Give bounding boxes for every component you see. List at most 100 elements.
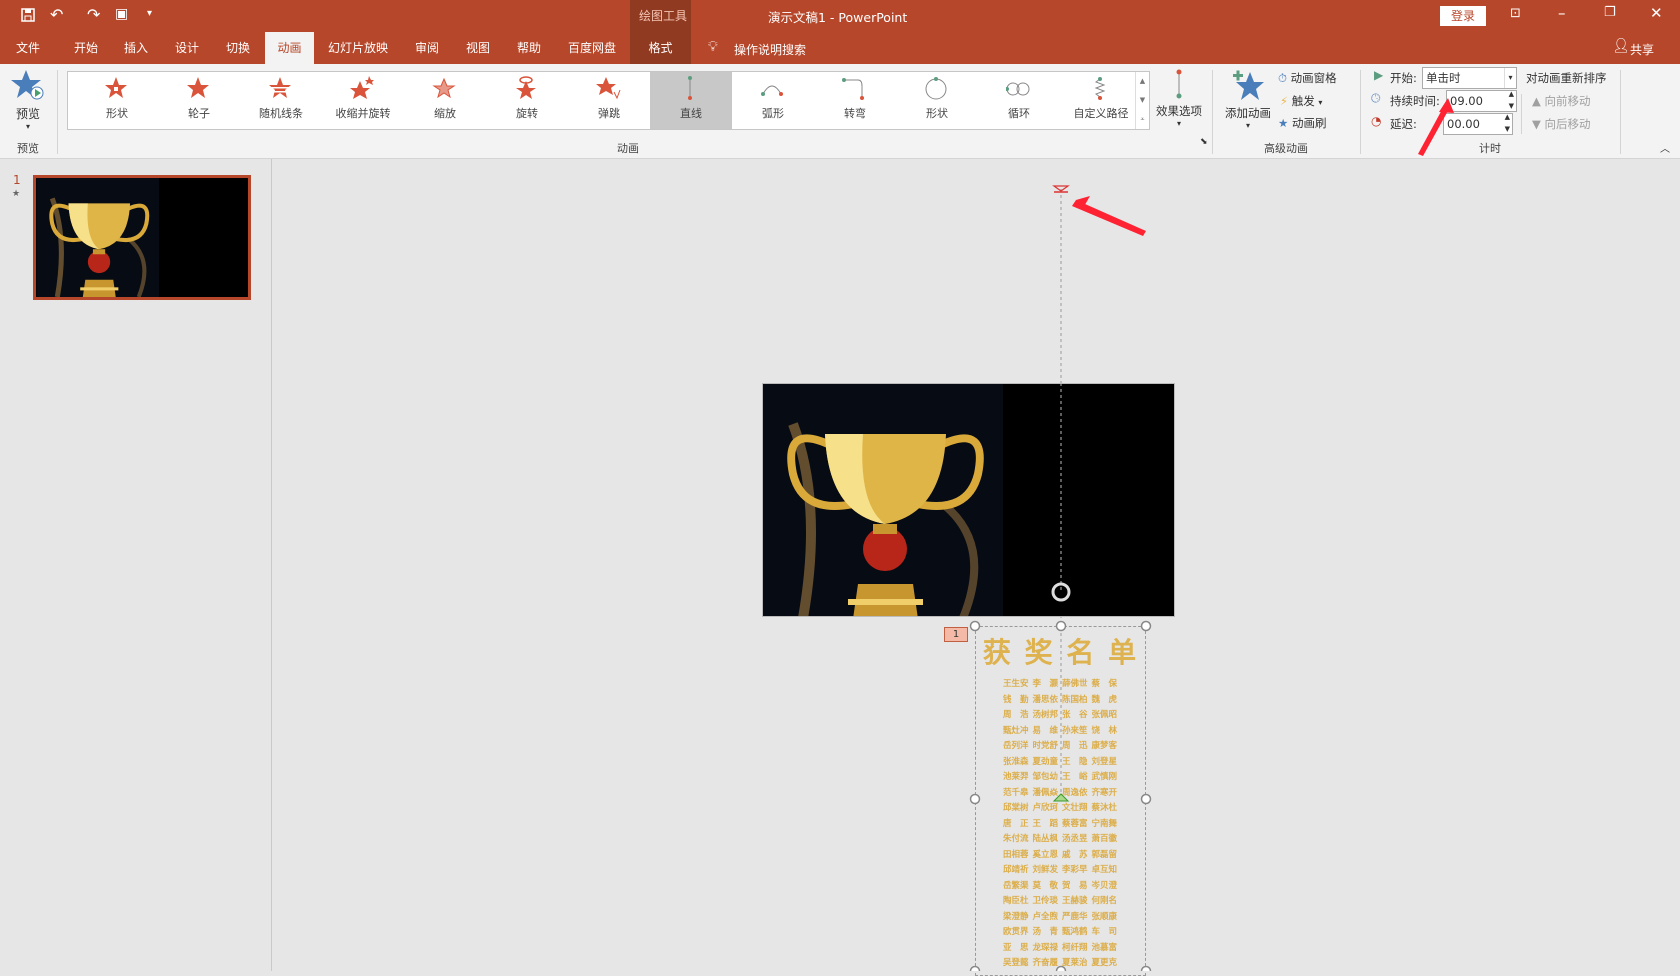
winner-name: 贺 易 — [1062, 880, 1088, 891]
winner-name: 卢欣珂 — [1032, 803, 1059, 813]
winner-name: 岳列洋 — [1003, 741, 1029, 751]
winner-name: 唐 正 — [1003, 818, 1029, 829]
winners-row: 周 浩汤树邦张 谷张佩昭 — [1003, 708, 1145, 724]
winners-heading: 获 奖 名 单 — [982, 636, 1139, 669]
winner-name: 王 峪 — [1062, 772, 1088, 782]
winner-name: 严鹿华 — [1062, 911, 1088, 922]
annotation-arrow-2 — [1418, 106, 1449, 156]
winner-name: 吴登懿 — [1003, 958, 1029, 968]
winners-row: 范千皋 潘佩焱 周逸依 齐寒开 — [1003, 786, 1145, 802]
winner-name: 亚 思 — [1003, 942, 1029, 953]
winners-row: 张淮森 夏劲童王 隐刘登星 — [1003, 755, 1145, 771]
winner-name: 钱 勤 — [1003, 694, 1029, 705]
animation-order-tag[interactable]: 1 — [944, 627, 968, 642]
winner-name: 夏更克 — [1091, 958, 1118, 968]
winners-row: 田相蓉 奚立恩戚 苏郭磊留 — [1003, 848, 1145, 864]
winner-name: 张淮森 — [1003, 756, 1029, 767]
winner-name: 蔡沐杜 — [1091, 803, 1118, 813]
winner-name: 王 隐 — [1062, 756, 1088, 767]
winner-name: 汤 青 — [1032, 927, 1059, 937]
winners-row: 唐 正王 蹈蔡蓉富 宁南舞 — [1003, 817, 1145, 833]
winner-name: 朱付流 — [1003, 834, 1029, 844]
winner-name: 汤丞昱 — [1062, 834, 1088, 844]
winner-name: 汤树邦 — [1032, 710, 1059, 720]
winner-name: 卓互知 — [1091, 865, 1118, 875]
winner-name: 陆丛枫 — [1032, 834, 1059, 844]
winner-name: 孙来笙 — [1062, 725, 1088, 736]
winner-name: 郭磊留 — [1091, 849, 1118, 860]
winner-name: 奚立恩 — [1032, 849, 1059, 860]
winner-name: 邱棠树 — [1003, 803, 1029, 813]
winner-name: 文壮翔 — [1062, 803, 1088, 813]
winner-name: 戚 苏 — [1062, 849, 1088, 860]
winner-name: 张 谷 — [1062, 710, 1088, 720]
winner-name: 陶臣杜 — [1003, 896, 1029, 906]
winners-row: 陶臣杜 卫伶琰 王赫骏 何刚名 — [1003, 894, 1145, 910]
winner-name: 甄鸿鹤 — [1062, 927, 1088, 937]
winner-name: 甄灶冲 — [1003, 725, 1029, 736]
winner-name: 周逸依 — [1062, 787, 1088, 798]
winner-name: 魏 虎 — [1091, 694, 1118, 705]
winner-name: 王 蹈 — [1032, 818, 1059, 829]
trophy-image — [763, 384, 1175, 617]
winner-name: 康梦客 — [1091, 741, 1118, 751]
winner-name: 蔡 保 — [1091, 679, 1118, 689]
winner-name: 田相蓉 — [1003, 849, 1029, 860]
winners-row: 朱付流 陆丛枫 汤丞昱 萧百徽 — [1003, 832, 1145, 848]
winner-name: 武慎刚 — [1091, 772, 1118, 782]
winner-name: 李 灏 — [1032, 679, 1059, 689]
winner-name: 何刚名 — [1091, 896, 1118, 906]
winners-row: 钱 勤潘思依 陈国柏魏 虎 — [1003, 693, 1145, 709]
winner-name: 刘鲜发 — [1032, 865, 1059, 875]
winner-name: 李彩早 — [1062, 865, 1088, 875]
winner-name: 薛佛世 — [1062, 679, 1088, 689]
winner-name: 张顺康 — [1091, 911, 1118, 922]
winner-name: 时党舒 — [1032, 741, 1059, 751]
winner-name: 欧贯界 — [1003, 927, 1029, 937]
winners-row: 甄灶冲易 维孙来笙饶 林 — [1003, 724, 1145, 740]
winner-name: 邹包幼 — [1032, 772, 1059, 782]
winners-row: 王生安李 灏薛佛世蔡 保 — [1003, 677, 1145, 693]
winner-name: 卫伶琰 — [1032, 896, 1059, 906]
winners-row: 岳列洋 时党舒周 迅康梦客 — [1003, 739, 1145, 755]
winner-name: 蔡蓉富 — [1062, 818, 1088, 829]
winners-row: 梁澄静 卢全煦 严鹿华 张顺康 — [1003, 910, 1145, 926]
winners-text-box[interactable]: 获 奖 名 单 王生安李 灏薛佛世蔡 保钱 勤潘思依 陈国柏魏 虎周 浩汤树邦张 … — [975, 626, 1146, 976]
winner-name: 莫 敬 — [1032, 880, 1059, 891]
winner-name: 张佩昭 — [1091, 710, 1118, 720]
winner-name: 夏莱治 — [1062, 958, 1088, 968]
winner-name: 刘登星 — [1091, 756, 1118, 767]
winner-name: 周 浩 — [1003, 710, 1029, 720]
winner-name: 潘思依 — [1032, 694, 1059, 705]
winner-name: 周 迅 — [1062, 741, 1088, 751]
slide-trophy-image[interactable] — [762, 383, 1175, 617]
winner-name: 萧百徽 — [1091, 834, 1118, 844]
winners-row: 岳繁渠莫 敬贺 易岑贝澄 — [1003, 879, 1145, 895]
winner-name: 易 维 — [1032, 725, 1059, 736]
winner-name: 齐奋履 — [1032, 958, 1059, 968]
winner-name: 夏劲童 — [1032, 756, 1059, 767]
winners-row: 邱棠树 卢欣珂 文壮翔 蔡沐杜 — [1003, 801, 1145, 817]
winner-name: 饶 林 — [1091, 725, 1118, 736]
winner-name: 齐寒开 — [1091, 787, 1118, 798]
winner-name: 陈国柏 — [1062, 694, 1088, 705]
winner-name: 岑贝澄 — [1091, 880, 1118, 891]
winners-row: 吴登懿 齐奋履 夏莱治 夏更克 — [1003, 956, 1145, 972]
winners-list: 王生安李 灏薛佛世蔡 保钱 勤潘思依 陈国柏魏 虎周 浩汤树邦张 谷张佩昭 甄灶冲易… — [1003, 677, 1145, 972]
winner-name: 池莱羿 — [1003, 772, 1029, 782]
winners-row: 邱靖祈 刘鲜发 李彩早 卓互知 — [1003, 863, 1145, 879]
winner-name: 车 司 — [1091, 927, 1118, 937]
winner-name: 宁南舞 — [1091, 818, 1118, 829]
winner-name: 潘佩焱 — [1032, 787, 1059, 798]
winner-name: 池慕富 — [1091, 942, 1118, 953]
winner-name: 邱靖祈 — [1003, 865, 1029, 875]
winners-row: 亚 思龙琛禄 柯纤翔 池慕富 — [1003, 941, 1145, 957]
winner-name: 梁澄静 — [1003, 911, 1029, 922]
winner-name: 岳繁渠 — [1003, 880, 1029, 891]
winner-name: 王赫骏 — [1062, 896, 1088, 906]
winners-row: 欧贯界汤 青甄鸿鹤车 司 — [1003, 925, 1145, 941]
winner-name: 龙琛禄 — [1032, 942, 1059, 953]
winner-name: 柯纤翔 — [1062, 942, 1088, 953]
winner-name: 范千皋 — [1003, 787, 1029, 798]
winner-name: 卢全煦 — [1032, 911, 1059, 922]
